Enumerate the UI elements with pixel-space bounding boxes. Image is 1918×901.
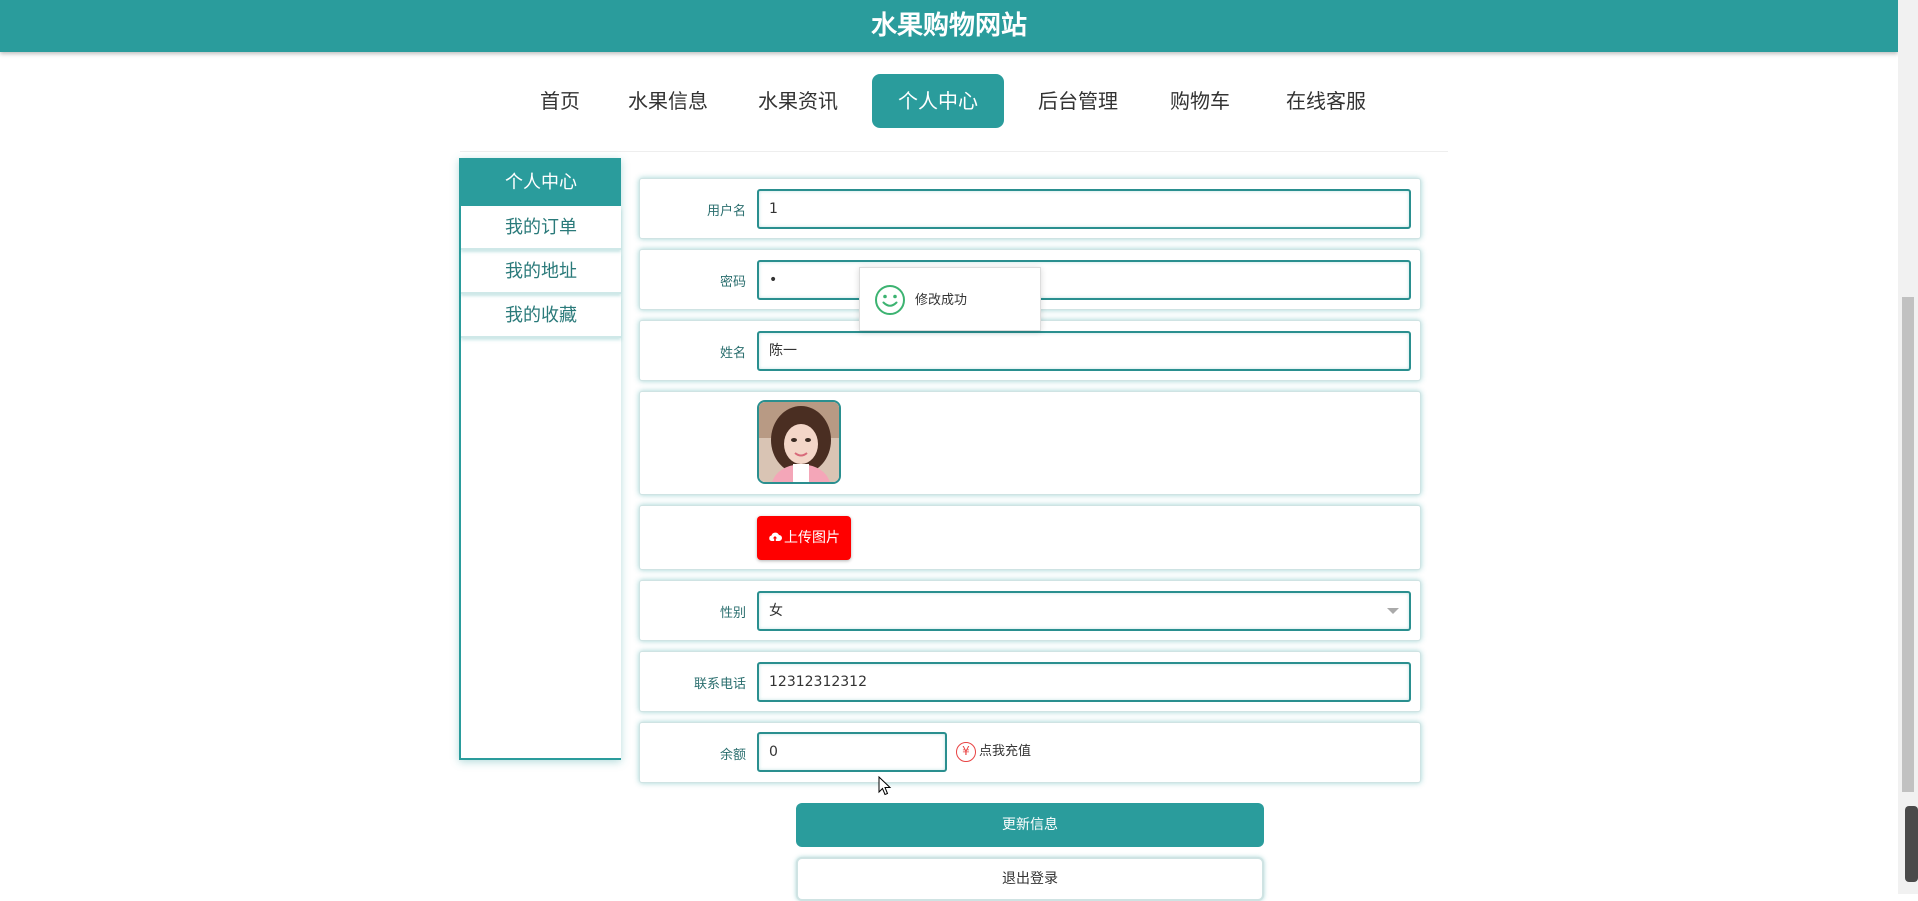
chevron-down-icon bbox=[1387, 608, 1399, 614]
name-label: 姓名 bbox=[719, 346, 746, 361]
scrollbar-thumb[interactable] bbox=[1902, 297, 1914, 792]
update-info-button[interactable]: 更新信息 bbox=[796, 803, 1264, 847]
name-input[interactable]: 陈一 bbox=[757, 331, 1411, 371]
password-label: 密码 bbox=[719, 275, 746, 290]
upload-image-button[interactable]: 上传图片 bbox=[757, 516, 851, 560]
sidebar-item-address[interactable]: 我的地址 bbox=[461, 252, 621, 294]
sidebar-item-orders[interactable]: 我的订单 bbox=[461, 208, 621, 250]
avatar-row bbox=[639, 391, 1421, 495]
main-nav: 首页 水果信息 水果资讯 个人中心 后台管理 购物车 在线客服 bbox=[460, 62, 1448, 152]
nav-item-fruit-info[interactable]: 水果信息 bbox=[620, 74, 716, 128]
balance-row: 余额 0 ¥ 点我充值 bbox=[639, 722, 1421, 783]
sidebar-item-favorites[interactable]: 我的收藏 bbox=[461, 296, 621, 338]
phone-input[interactable]: 12312312312 bbox=[757, 662, 1411, 702]
username-row: 用户名 1 bbox=[639, 178, 1421, 239]
sidebar-header[interactable]: 个人中心 bbox=[461, 160, 621, 206]
mouse-cursor-icon bbox=[878, 775, 892, 800]
sidebar: 个人中心 我的订单 我的地址 我的收藏 bbox=[459, 158, 621, 760]
upload-image-label: 上传图片 bbox=[784, 530, 840, 546]
gender-select[interactable]: 女 bbox=[757, 591, 1411, 631]
recharge-label: 点我充值 bbox=[979, 744, 1032, 759]
yen-icon: ¥ bbox=[956, 741, 976, 762]
gender-row: 性别 女 bbox=[639, 580, 1421, 641]
username-input[interactable]: 1 bbox=[757, 189, 1411, 229]
password-input[interactable]: • bbox=[757, 260, 1411, 300]
success-toast: 修改成功 bbox=[859, 267, 1041, 331]
avatar[interactable] bbox=[757, 400, 841, 484]
balance-input[interactable]: 0 bbox=[757, 732, 947, 772]
upload-row: 上传图片 bbox=[639, 505, 1421, 570]
nav-item-home[interactable]: 首页 bbox=[530, 74, 590, 128]
recharge-link[interactable]: ¥ 点我充值 bbox=[956, 740, 1031, 764]
phone-label: 联系电话 bbox=[693, 677, 746, 692]
nav-item-personal-center[interactable]: 个人中心 bbox=[872, 74, 1004, 128]
nav-item-admin[interactable]: 后台管理 bbox=[1030, 74, 1126, 128]
nav-item-cart[interactable]: 购物车 bbox=[1160, 74, 1240, 128]
logout-button[interactable]: 退出登录 bbox=[796, 857, 1264, 901]
site-header: 水果购物网站 bbox=[0, 0, 1898, 52]
toast-message: 修改成功 bbox=[915, 293, 968, 308]
balance-label: 余额 bbox=[719, 748, 746, 763]
floating-widget[interactable] bbox=[1905, 806, 1918, 882]
username-label: 用户名 bbox=[706, 204, 746, 219]
gender-selected-value: 女 bbox=[769, 603, 783, 619]
phone-row: 联系电话 12312312312 bbox=[639, 651, 1421, 712]
smile-icon bbox=[875, 285, 905, 315]
site-title: 水果购物网站 bbox=[870, 11, 1027, 41]
cloud-upload-icon bbox=[769, 532, 782, 541]
nav-item-online-service[interactable]: 在线客服 bbox=[1278, 74, 1374, 128]
nav-item-fruit-news[interactable]: 水果资讯 bbox=[750, 74, 846, 128]
gender-label: 性别 bbox=[719, 606, 746, 621]
